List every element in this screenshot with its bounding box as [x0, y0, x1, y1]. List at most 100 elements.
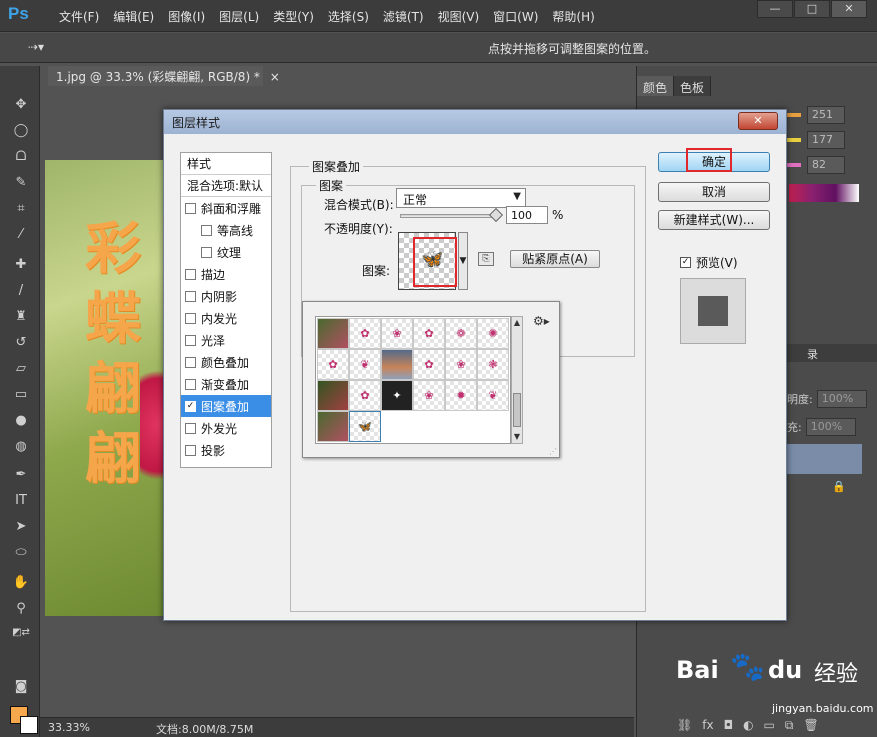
- resize-grip-icon[interactable]: ⋰: [549, 447, 557, 456]
- style-list-item[interactable]: 等高线: [181, 219, 271, 241]
- link-icon[interactable]: ⛓: [677, 718, 692, 733]
- style-list-item[interactable]: 投影: [181, 439, 271, 461]
- menu-item[interactable]: 文件(F): [52, 8, 106, 25]
- document-tab[interactable]: 1.jpg @ 33.3% (彩蝶翩翩, RGB/8) * ×: [48, 66, 280, 86]
- ellipse-marquee-icon[interactable]: ◯: [10, 122, 32, 140]
- brush-icon[interactable]: /: [10, 282, 32, 300]
- blend-mode-select[interactable]: 正常 ▼: [396, 188, 526, 208]
- style-list-item[interactable]: 斜面和浮雕: [181, 197, 271, 219]
- pattern-cell[interactable]: [317, 380, 349, 411]
- style-checkbox[interactable]: [201, 224, 212, 236]
- move-icon[interactable]: ✥: [10, 96, 32, 114]
- style-checkbox[interactable]: [185, 202, 196, 214]
- red-slider[interactable]: [787, 113, 801, 117]
- menu-item[interactable]: 视图(V): [431, 8, 487, 25]
- opacity-slider-track[interactable]: [400, 214, 500, 218]
- zoom-icon[interactable]: ⚲: [10, 600, 32, 618]
- preview-checkbox[interactable]: ✓: [680, 257, 691, 268]
- pattern-cell[interactable]: ✺: [477, 318, 509, 349]
- style-checkbox[interactable]: [185, 444, 196, 456]
- pattern-cell[interactable]: ❀: [445, 349, 477, 380]
- gear-icon[interactable]: ⚙▸: [533, 314, 550, 328]
- new-layer-icon[interactable]: ⧉: [785, 718, 794, 733]
- pattern-cell[interactable]: ❁: [445, 318, 477, 349]
- menu-item[interactable]: 图层(L): [212, 8, 266, 25]
- pattern-picker-scrollbar[interactable]: ▲ ▼: [511, 316, 523, 444]
- pattern-cell[interactable]: ❀: [381, 318, 413, 349]
- pattern-cell[interactable]: ✿: [413, 349, 445, 380]
- tab-color[interactable]: 颜色: [637, 76, 675, 96]
- pattern-cell[interactable]: ❃: [477, 349, 509, 380]
- adjustment-icon[interactable]: ◐: [743, 718, 753, 733]
- pattern-cell[interactable]: ✿: [317, 349, 349, 380]
- pattern-cell[interactable]: ❀: [413, 380, 445, 411]
- dialog-titlebar[interactable]: 图层样式 ✕: [164, 110, 786, 134]
- path-select-icon[interactable]: ➤: [10, 518, 32, 536]
- eraser-icon[interactable]: ▱: [10, 360, 32, 378]
- layer-fill-field[interactable]: 100%: [805, 418, 856, 436]
- pattern-cell[interactable]: ❦: [349, 349, 381, 380]
- document-tab-close[interactable]: ×: [270, 70, 280, 84]
- pattern-cell[interactable]: ✦: [381, 380, 413, 411]
- swap-colors-icon[interactable]: ◩⇄: [10, 624, 32, 642]
- quick-mask-icon[interactable]: ◙: [10, 678, 32, 696]
- gradient-icon[interactable]: ▭: [10, 386, 32, 404]
- menu-item[interactable]: 类型(Y): [266, 8, 321, 25]
- background-color[interactable]: [20, 716, 38, 734]
- style-list-item[interactable]: 内阴影: [181, 285, 271, 307]
- pattern-cell[interactable]: ✿: [349, 318, 381, 349]
- style-list-header[interactable]: 样式: [181, 153, 271, 175]
- new-style-button[interactable]: 新建样式(W)...: [658, 210, 770, 230]
- style-list-item[interactable]: 外发光: [181, 417, 271, 439]
- document-canvas[interactable]: 彩 蝶 翩 翩: [45, 160, 165, 616]
- crop-icon[interactable]: ⌗: [10, 200, 32, 218]
- pattern-dropdown-arrow[interactable]: ▼: [458, 232, 468, 290]
- style-list-item[interactable]: 内发光: [181, 307, 271, 329]
- eyedropper-icon[interactable]: ⁄: [10, 226, 32, 244]
- dialog-close-button[interactable]: ✕: [738, 112, 778, 130]
- menu-item[interactable]: 编辑(E): [106, 8, 161, 25]
- style-checkbox[interactable]: [185, 334, 196, 346]
- cancel-button[interactable]: 取消: [658, 182, 770, 202]
- close-window-button[interactable]: ✕: [831, 0, 867, 18]
- style-checkbox[interactable]: [185, 356, 196, 368]
- blur-icon[interactable]: ●: [10, 412, 32, 430]
- trash-icon[interactable]: 🗑: [803, 718, 818, 733]
- style-checkbox[interactable]: [185, 422, 196, 434]
- minimize-button[interactable]: —: [757, 0, 793, 18]
- preview-checkbox-row[interactable]: ✓ 预览(V): [680, 254, 738, 271]
- pattern-cell[interactable]: 🦋: [349, 411, 381, 442]
- mask-icon[interactable]: ◘: [724, 718, 734, 733]
- history-brush-icon[interactable]: ↺: [10, 334, 32, 352]
- tab-history[interactable]: 录: [807, 346, 818, 362]
- layer-opacity-field[interactable]: 100%: [816, 390, 867, 408]
- green-value[interactable]: 177: [807, 131, 845, 149]
- blend-options-item[interactable]: 混合选项:默认: [181, 175, 271, 197]
- style-list-item[interactable]: ✓ 图案叠加: [181, 395, 271, 417]
- menu-item[interactable]: 选择(S): [321, 8, 376, 25]
- new-preset-icon[interactable]: ⎘: [478, 252, 494, 266]
- fx-icon[interactable]: fx: [702, 718, 713, 733]
- style-checkbox[interactable]: [201, 246, 212, 258]
- type-icon[interactable]: IT: [10, 492, 32, 510]
- pen-icon[interactable]: ✒: [10, 466, 32, 484]
- blue-value[interactable]: 82: [807, 156, 845, 174]
- style-checkbox[interactable]: ✓: [185, 400, 196, 412]
- pattern-cell[interactable]: ✿: [349, 380, 381, 411]
- style-checkbox[interactable]: [185, 290, 196, 302]
- menu-item[interactable]: 窗口(W): [486, 8, 545, 25]
- zoom-level[interactable]: 33.33%: [48, 721, 90, 734]
- move-tool-icon[interactable]: ⇢▾: [28, 40, 44, 54]
- menu-item[interactable]: 滤镜(T): [376, 8, 431, 25]
- style-list-item[interactable]: 纹理: [181, 241, 271, 263]
- style-checkbox[interactable]: [185, 268, 196, 280]
- maximize-button[interactable]: □: [794, 0, 830, 18]
- green-slider[interactable]: [787, 138, 801, 142]
- shape-icon[interactable]: ⬭: [10, 544, 32, 562]
- pattern-cell[interactable]: ✿: [413, 318, 445, 349]
- style-checkbox[interactable]: [185, 312, 196, 324]
- dodge-icon[interactable]: ◍: [10, 438, 32, 456]
- style-list-item[interactable]: 光泽: [181, 329, 271, 351]
- menu-item[interactable]: 帮助(H): [545, 8, 601, 25]
- healing-icon[interactable]: ✚: [10, 256, 32, 274]
